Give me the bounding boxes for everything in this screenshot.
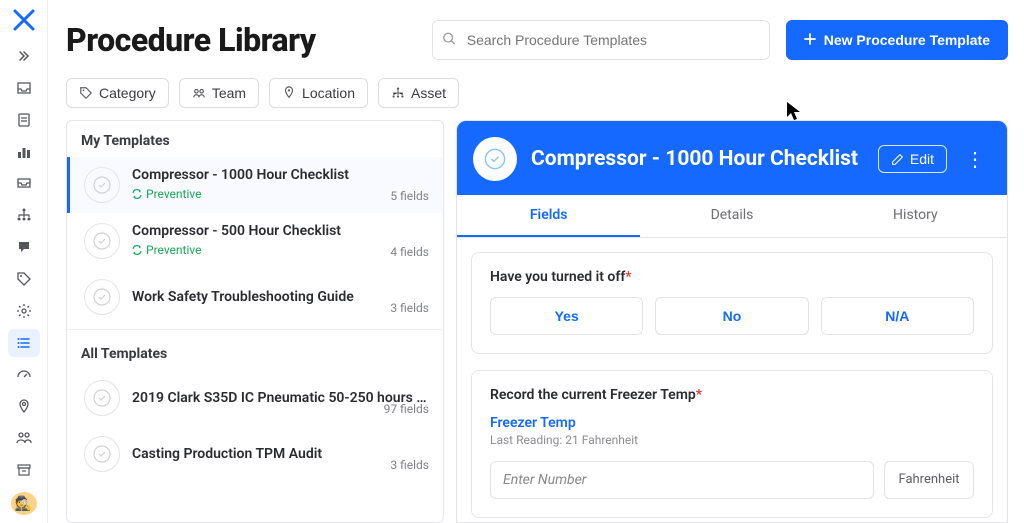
detail-tabs: Fields Details History [457, 195, 1007, 238]
filter-category[interactable]: Category [66, 78, 169, 108]
pencil-icon [891, 153, 904, 166]
template-item[interactable]: Casting Production TPM Audit 3 fields [67, 426, 443, 482]
detail-header: Compressor - 1000 Hour Checklist Edit ⋮ [457, 121, 1007, 195]
template-item[interactable]: Work Safety Troubleshooting Guide 3 fiel… [67, 269, 443, 325]
location-icon [282, 86, 296, 100]
detail-column: Compressor - 1000 Hour Checklist Edit ⋮ … [456, 120, 1008, 523]
template-fields-count: 4 fields [390, 245, 429, 259]
template-fields-count: 5 fields [390, 189, 429, 203]
template-circle-icon [84, 279, 120, 315]
gauge-icon[interactable] [8, 361, 40, 389]
app-sidebar: 🕵️ [0, 0, 48, 523]
archive-icon[interactable] [8, 456, 40, 484]
search-icon [442, 31, 456, 50]
filter-team[interactable]: Team [179, 78, 259, 108]
search-input[interactable] [432, 20, 770, 60]
document-icon[interactable] [8, 106, 40, 134]
tag-icon [79, 86, 93, 100]
template-fields-count: 3 fields [390, 301, 429, 315]
plus-icon [804, 32, 816, 48]
chart-icon[interactable] [8, 138, 40, 166]
pin-icon[interactable] [8, 393, 40, 421]
inbox-icon[interactable] [8, 74, 40, 102]
tray-icon[interactable] [8, 170, 40, 198]
option-na[interactable]: N/A [821, 297, 974, 335]
template-circle-icon [84, 380, 120, 416]
new-procedure-template-button[interactable]: New Procedure Template [786, 20, 1008, 60]
template-circle-icon [84, 167, 120, 203]
user-avatar[interactable]: 🕵️ [11, 492, 37, 515]
template-item[interactable]: 2019 Clark S35D IC Pneumatic 50-250 hour… [67, 370, 443, 426]
field-card: Have you turned it off* Yes No N/A [471, 252, 993, 354]
template-name: Casting Production TPM Audit [132, 446, 429, 462]
field-link[interactable]: Freezer Temp [490, 415, 974, 431]
hierarchy-icon[interactable] [8, 201, 40, 229]
template-list: My Templates Compressor - 1000 Hour Chec… [66, 120, 444, 523]
template-name: Compressor - 1000 Hour Checklist [132, 167, 429, 183]
template-item[interactable]: Compressor - 1000 Hour Checklist Prevent… [67, 157, 443, 213]
option-yes[interactable]: Yes [490, 297, 643, 335]
detail-title: Compressor - 1000 Hour Checklist [531, 147, 864, 171]
app-logo [12, 8, 36, 32]
page-title: Procedure Library [66, 21, 316, 59]
list-icon[interactable] [8, 329, 40, 357]
filter-bar: Category Team Location Asset [66, 78, 1008, 108]
template-fields-count: 97 fields [384, 402, 429, 416]
my-templates-label: My Templates [67, 121, 443, 157]
tag-icon[interactable] [8, 265, 40, 293]
more-menu-icon[interactable]: ⋮ [961, 143, 991, 175]
template-fields-count: 3 fields [390, 458, 429, 472]
template-name: Compressor - 500 Hour Checklist [132, 223, 429, 239]
main-area: Procedure Library New Procedure Template… [48, 0, 1024, 523]
detail-body: Have you turned it off* Yes No N/A Recor… [457, 238, 1007, 522]
detail-avatar-icon [473, 137, 517, 181]
search-container [432, 20, 770, 60]
detail-panel: Compressor - 1000 Hour Checklist Edit ⋮ … [456, 120, 1008, 523]
template-tag: Preventive [132, 243, 201, 257]
template-circle-icon [84, 436, 120, 472]
unit-display: Fahrenheit [884, 461, 974, 499]
team-icon [192, 86, 206, 100]
repeat-icon [132, 245, 142, 255]
template-item[interactable]: Compressor - 500 Hour Checklist Preventi… [67, 213, 443, 269]
chat-icon[interactable] [8, 233, 40, 261]
page-header: Procedure Library New Procedure Template [66, 20, 1008, 60]
tab-fields[interactable]: Fields [457, 195, 640, 237]
field-last-reading: Last Reading: 21 Fahrenheit [490, 433, 974, 447]
tab-history[interactable]: History [824, 195, 1007, 237]
collapse-icon[interactable] [8, 42, 40, 70]
field-card: Record the current Freezer Temp* Freezer… [471, 370, 993, 518]
template-circle-icon [84, 223, 120, 259]
edit-button[interactable]: Edit [878, 145, 947, 173]
field-label: Have you turned it off* [490, 269, 974, 285]
all-templates-label: All Templates [67, 334, 443, 370]
field-label: Record the current Freezer Temp* [490, 387, 974, 403]
option-no[interactable]: No [655, 297, 808, 335]
number-input[interactable]: Enter Number [490, 461, 874, 499]
tab-details[interactable]: Details [640, 195, 823, 237]
repeat-icon [132, 189, 142, 199]
asset-icon [391, 86, 405, 100]
gear-icon[interactable] [8, 297, 40, 325]
template-name: Work Safety Troubleshooting Guide [132, 289, 429, 305]
filter-asset[interactable]: Asset [378, 78, 459, 108]
people-icon[interactable] [8, 425, 40, 453]
filter-location[interactable]: Location [269, 78, 368, 108]
template-tag: Preventive [132, 187, 201, 201]
